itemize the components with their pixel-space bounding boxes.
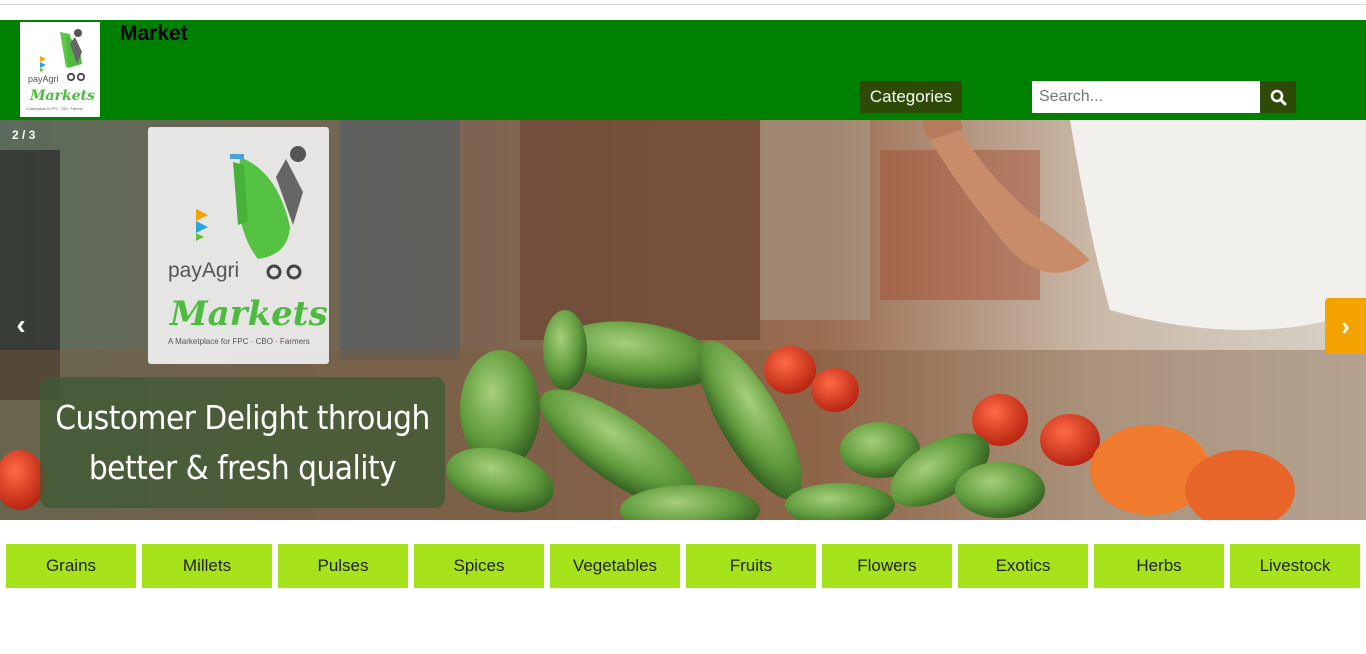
search-icon [1270,89,1286,105]
category-livestock-button[interactable]: Livestock [1230,544,1360,588]
slide-counter: 2 / 3 [12,128,36,142]
caption-line-1: Customer Delight through [55,397,430,437]
site-header: payAgri Markets A Marketplace for FPC · … [0,20,1366,120]
category-exotics-button[interactable]: Exotics [958,544,1088,588]
category-spices-button[interactable]: Spices [414,544,544,588]
category-millets-button[interactable]: Millets [142,544,272,588]
categories-button[interactable]: Categories [860,81,962,113]
search-input[interactable] [1032,81,1260,113]
svg-text:A Marketplace for FPC · CBO ·: A Marketplace for FPC · CBO · Farmers [26,107,83,111]
svg-text:Markets: Markets [29,88,95,104]
slide-logo: payAgri Markets A Marketplace for FPC · … [148,127,329,364]
top-divider [0,4,1366,5]
category-grains-button[interactable]: Grains [6,544,136,588]
caption-line-2: better & fresh quality [88,447,397,487]
category-fruits-button[interactable]: Fruits [686,544,816,588]
next-slide-button[interactable]: › [1325,298,1366,354]
search-button[interactable] [1260,81,1296,113]
category-bar: Grains Millets Pulses Spices Vegetables Fruit… [6,544,1366,588]
svg-text:payAgri: payAgri [28,74,59,84]
category-pulses-button[interactable]: Pulses [278,544,408,588]
logo-tagline: A Marketplace for FPC · CBO · Farmers [168,337,310,346]
category-herbs-button[interactable]: Herbs [1094,544,1224,588]
site-title: Market [120,22,188,45]
slide-caption: Customer Delight through better & fresh … [40,377,445,508]
cart-logo-icon: payAgri Markets A Marketplace for FPC · … [168,146,328,346]
site-logo[interactable]: payAgri Markets A Marketplace for FPC · … [20,22,100,117]
category-flowers-button[interactable]: Flowers [822,544,952,588]
hero-slider: 2 / 3 payAgri Markets A Marketplace for … [0,120,1366,520]
category-vegetables-button[interactable]: Vegetables [550,544,680,588]
logo-script-text: Markets [169,294,328,334]
prev-slide-button[interactable]: ‹ [6,309,36,340]
cart-logo-icon: payAgri Markets A Marketplace for FPC · … [26,29,95,111]
logo-brand-text: payAgri [168,259,239,282]
